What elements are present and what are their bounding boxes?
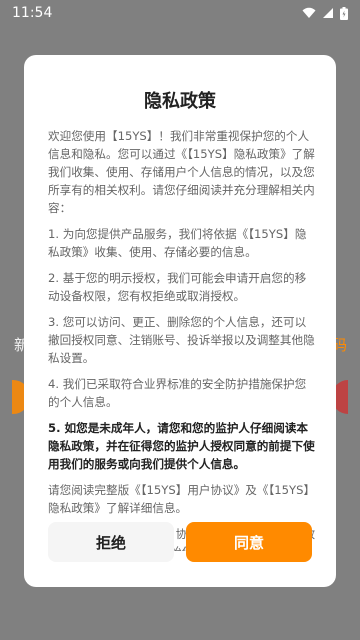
minor-notice-paragraph: 5. 如您是未成年人，请您和您的监护人仔细阅读本隐私政策，并在征得您的监护人授权… (48, 421, 315, 471)
policy-paragraph: 2. 基于您的明示授权，我们可能会申请开启您的移动设备权限，您有权拒绝或取消授权… (48, 271, 307, 303)
policy-paragraph: 欢迎您使用【15YS】！我们非常重视保护您的个人信息和隐私。您可以通过《【15Y… (48, 129, 315, 215)
policy-content[interactable]: 欢迎您使用【15YS】！我们非常重视保护您的个人信息和隐私。您可以通过《【15Y… (48, 127, 316, 551)
refuse-button[interactable]: 拒绝 (48, 522, 174, 562)
privacy-dialog: 隐私政策 欢迎您使用【15YS】！我们非常重视保护您的个人信息和隐私。您可以通过… (24, 55, 336, 587)
status-icons (302, 6, 348, 20)
policy-paragraph: 请您阅读完整版《【15YS】用户协议》及《【15YS】隐私政策》了解详细信息。 (48, 483, 316, 515)
dialog-title: 隐私政策 (144, 91, 216, 112)
policy-paragraph: 1. 为向您提供产品服务，我们将依据《【15YS】隐私政策》收集、使用、存储必要… (48, 227, 307, 259)
status-time: 11:54 (12, 5, 53, 21)
signal-icon (323, 8, 333, 18)
wifi-icon (302, 7, 316, 18)
status-bar: 11:54 (0, 0, 360, 26)
battery-icon (340, 6, 348, 20)
policy-paragraph: 3. 您可以访问、更正、删除您的个人信息，还可以撤回授权同意、注销账号、投诉举报… (48, 315, 315, 365)
policy-paragraph: 4. 我们已采取符合业界标准的安全防护措施保护您的个人信息。 (48, 377, 307, 409)
agree-button[interactable]: 同意 (186, 522, 312, 562)
